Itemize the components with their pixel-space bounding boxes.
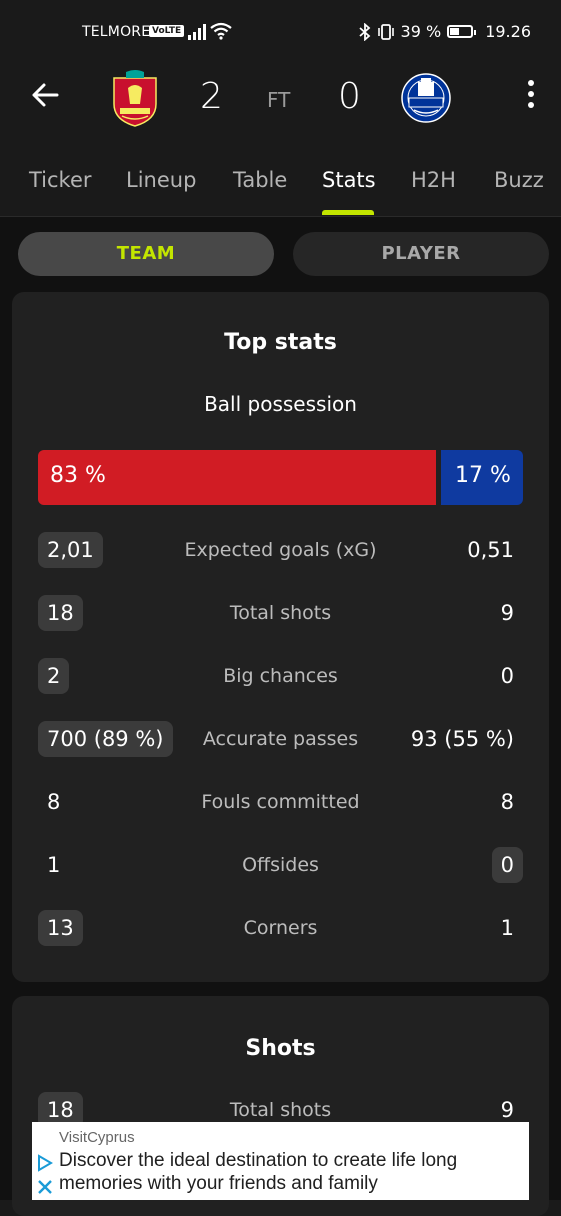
status-bar: TELMORE VoLTE 39 % 19.26	[0, 0, 561, 62]
stat-label: Fouls committed	[201, 791, 360, 813]
match-header: 2 FT 0	[0, 62, 561, 140]
ad-text: Discover the ideal destination to create…	[59, 1150, 458, 1194]
back-arrow-icon[interactable]	[30, 80, 60, 110]
home-team-crest-icon[interactable]	[110, 70, 160, 128]
top-stats-card: Top stats Ball possession 83 % 17 % Expe…	[12, 292, 549, 982]
stat-label: Total shots	[229, 602, 332, 624]
home-stat-value: 18	[38, 595, 83, 631]
home-stat-value: 8	[47, 790, 61, 814]
bluetooth-icon	[358, 22, 370, 41]
away-stat-value: 8	[500, 790, 514, 814]
home-stat-value: 13	[38, 910, 83, 946]
home-stat-value: 2,01	[38, 532, 103, 568]
stat-label: Expected goals (xG)	[184, 539, 377, 561]
tab-h2h[interactable]: H2H	[411, 168, 456, 192]
possession-away-fill: 17 %	[441, 450, 523, 505]
possession-away-value: 17 %	[455, 463, 511, 488]
home-score: 2	[200, 76, 223, 117]
player-toggle-button[interactable]: PLAYER	[293, 232, 549, 276]
carrier-name: TELMORE	[82, 24, 151, 40]
possession-home-value: 83 %	[50, 463, 106, 488]
vibrate-icon	[377, 23, 394, 40]
tabs-divider	[0, 216, 561, 217]
battery-icon	[447, 25, 477, 38]
volte-badge: VoLTE	[149, 25, 185, 37]
tab-ticker[interactable]: Ticker	[29, 168, 92, 192]
away-team-crest-icon[interactable]	[400, 72, 452, 124]
home-stat-value: 2	[38, 658, 70, 694]
away-stat-value: 9	[500, 601, 514, 625]
clock: 19.26	[485, 22, 531, 41]
tab-buzz[interactable]: Buzz	[494, 168, 544, 192]
ad-sponsor: VisitCyprus	[59, 1129, 135, 1146]
stat-label: Corners	[243, 917, 318, 939]
away-stat-value: 1	[500, 916, 514, 940]
team-toggle-button[interactable]: TEAM	[18, 232, 274, 276]
battery-percent: 39 %	[400, 22, 442, 41]
signal-icon	[188, 24, 206, 40]
tab-stats[interactable]: Stats	[322, 168, 376, 192]
possession-bar: 83 % 17 %	[38, 450, 523, 505]
tab-table[interactable]: Table	[233, 168, 287, 192]
home-stat-value: 1	[47, 853, 61, 877]
stat-row: Offsides 1 0	[38, 847, 523, 887]
away-stat-value: 93 (55 %)	[410, 727, 514, 751]
away-stat-value: 0,51	[467, 538, 514, 562]
possession-home-fill: 83 %	[38, 450, 436, 505]
card-title: Top stats	[224, 330, 337, 355]
card-title: Shots	[245, 1036, 316, 1061]
stat-row: Corners 13 1	[38, 910, 523, 950]
home-stat-value: 700 (89 %)	[38, 721, 173, 757]
stat-row: Fouls committed 8 8	[38, 784, 523, 824]
ad-banner[interactable]: VisitCyprus Discover the ideal destinati…	[32, 1122, 529, 1200]
stat-label: Offsides	[242, 854, 319, 876]
away-stat-value: 0	[491, 847, 523, 883]
tab-lineup[interactable]: Lineup	[126, 168, 196, 192]
more-options-icon[interactable]	[527, 80, 535, 110]
active-tab-indicator	[322, 210, 374, 215]
stat-label: Big chances	[223, 665, 338, 687]
match-status: FT	[267, 88, 291, 112]
close-icon[interactable]	[36, 1178, 54, 1196]
wifi-icon	[210, 22, 232, 40]
stat-row: Accurate passes 700 (89 %) 93 (55 %)	[38, 721, 523, 761]
away-score: 0	[338, 76, 361, 117]
stat-row: Big chances 2 0	[38, 658, 523, 698]
possession-label: Ball possession	[204, 392, 357, 416]
away-stat-value: 0	[500, 664, 514, 688]
stat-row: Expected goals (xG) 2,01 0,51	[38, 532, 523, 572]
match-tabs: Ticker Lineup Table Stats H2H Buzz	[0, 150, 561, 216]
stat-row: Total shots 18 9	[38, 595, 523, 635]
ad-choices-icon[interactable]	[36, 1154, 54, 1172]
